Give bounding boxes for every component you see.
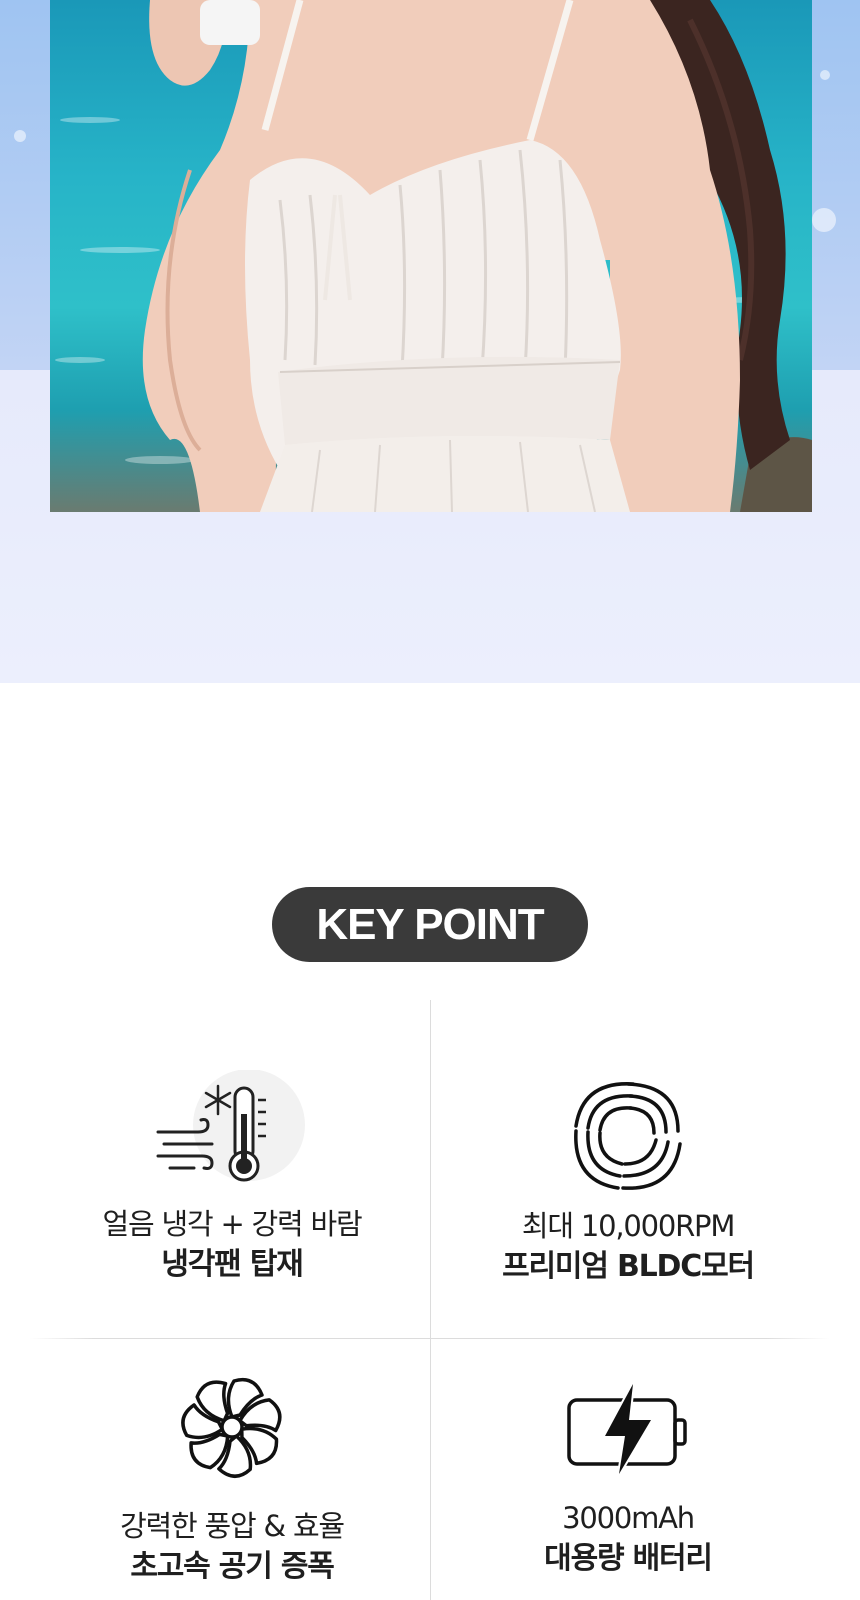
feature-line2: 초고속 공기 증폭 (130, 1549, 334, 1584)
grid-divider-horizontal (30, 1338, 830, 1339)
feature-line1: 3000mAh (562, 1501, 695, 1535)
hero-section (0, 0, 860, 683)
feature-air-amplification: 강력한 풍압 & 효율 초고속 공기 증폭 (32, 1372, 432, 1588)
feature-line1: 강력한 풍압 & 효율 (120, 1509, 345, 1543)
hero-photo (50, 0, 812, 512)
feature-line1: 최대 10,000RPM (521, 1209, 736, 1243)
key-point-label: KEY POINT (316, 899, 544, 949)
vortex-icon (574, 1082, 682, 1190)
feature-line2: 프리미엄 BLDC모터 (502, 1249, 755, 1284)
feature-ice-cooling: 얼음 냉각 + 강력 바람 냉각팬 탑재 (32, 1070, 432, 1286)
feature-bldc-motor: 최대 10,000RPM 프리미엄 BLDC모터 (428, 1078, 828, 1288)
hero-bubble (812, 208, 836, 232)
battery-charging-icon (567, 1384, 687, 1474)
fan-blade-icon (177, 1372, 287, 1482)
key-point-badge: KEY POINT (272, 887, 588, 962)
feature-line2: 대용량 배터리 (544, 1541, 713, 1576)
hero-photo-illustration (55, 0, 812, 512)
feature-line1: 얼음 냉각 + 강력 바람 (102, 1207, 362, 1241)
hero-bubble (820, 70, 830, 80)
feature-line2: 냉각팬 탑재 (161, 1247, 303, 1282)
hero-bubble (14, 130, 26, 142)
wind-thermometer-snowflake-icon (156, 1070, 305, 1182)
feature-battery: 3000mAh 대용량 배터리 (428, 1384, 828, 1580)
